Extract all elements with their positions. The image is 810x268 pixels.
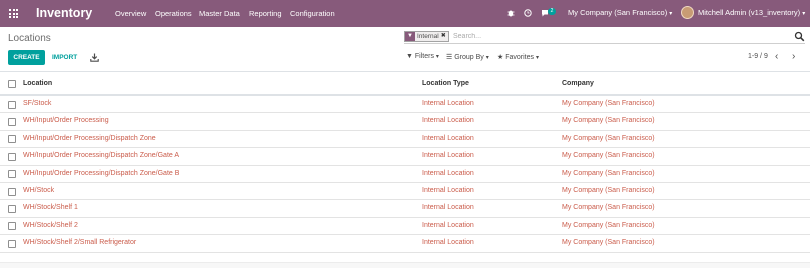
caret-down-icon: ▾	[485, 55, 489, 61]
favorites-dropdown[interactable]: ★ Favorites ▾	[497, 53, 539, 61]
table-row[interactable]: SF/Stock Internal Location My Company (S…	[0, 96, 810, 114]
location-type-cell[interactable]: Internal Location	[422, 187, 474, 194]
column-header-company[interactable]: Company	[562, 80, 594, 87]
row-checkbox[interactable]	[8, 100, 16, 109]
menu-configuration[interactable]: Configuration	[290, 9, 335, 18]
table-row[interactable]: WH/Stock/Shelf 2/Small Refrigerator Inte…	[0, 235, 810, 253]
search-facet: ▼ Internal ✖	[404, 31, 449, 42]
row-checkbox[interactable]	[8, 187, 16, 196]
row-checkbox[interactable]	[8, 204, 16, 213]
user-name: Mitchell Admin (v13_inventory)	[698, 8, 801, 17]
funnel-icon: ▼	[406, 53, 413, 60]
facet-label: Internal	[417, 33, 439, 40]
table-row[interactable]: WH/Input/Order Processing/Dispatch Zone …	[0, 131, 810, 149]
favorites-label: Favorites	[505, 54, 535, 61]
company-cell[interactable]: My Company (San Francisco)	[562, 135, 655, 142]
company-cell[interactable]: My Company (San Francisco)	[562, 170, 655, 177]
location-cell[interactable]: WH/Stock/Shelf 1	[23, 204, 78, 211]
table-row[interactable]: WH/Input/Order Processing/Dispatch Zone/…	[0, 166, 810, 183]
location-type-cell[interactable]: Internal Location	[422, 152, 474, 159]
column-header-location[interactable]: Location	[23, 80, 52, 87]
location-cell[interactable]: WH/Input/Order Processing	[23, 117, 109, 124]
list-icon: ☰	[446, 54, 453, 61]
location-cell[interactable]: WH/Stock/Shelf 2/Small Refrigerator	[23, 239, 136, 246]
location-type-cell[interactable]: Internal Location	[422, 117, 474, 124]
search-icon[interactable]	[794, 31, 805, 42]
group-by-dropdown[interactable]: ☰ Group By ▾	[446, 53, 489, 61]
column-header-location-type[interactable]: Location Type	[422, 80, 469, 87]
apps-menu-icon[interactable]	[9, 9, 18, 18]
clock-icon[interactable]	[524, 9, 532, 17]
caret-down-icon: ▾	[802, 11, 806, 17]
pager-value[interactable]: 1-9 / 9	[748, 53, 768, 60]
search-bar: ▼ Internal ✖	[404, 30, 805, 44]
menu-operations[interactable]: Operations	[155, 9, 192, 18]
row-checkbox[interactable]	[8, 152, 16, 161]
filters-label: Filters	[414, 53, 434, 60]
row-checkbox[interactable]	[8, 135, 16, 144]
select-all-checkbox[interactable]	[8, 80, 16, 88]
company-cell[interactable]: My Company (San Francisco)	[562, 187, 655, 194]
location-cell[interactable]: WH/Stock	[23, 187, 54, 194]
remove-facet-icon[interactable]: ✖	[441, 32, 448, 41]
location-cell[interactable]: WH/Input/Order Processing/Dispatch Zone	[23, 135, 156, 142]
avatar[interactable]	[681, 6, 694, 19]
table-header: Location Location Type Company	[0, 71, 810, 96]
location-type-cell[interactable]: Internal Location	[422, 135, 474, 142]
user-menu[interactable]: Mitchell Admin (v13_inventory) ▾	[698, 8, 805, 17]
company-cell[interactable]: My Company (San Francisco)	[562, 204, 655, 211]
location-cell[interactable]: WH/Stock/Shelf 2	[23, 222, 78, 229]
message-count-badge: 2	[548, 8, 556, 15]
location-type-cell[interactable]: Internal Location	[422, 100, 474, 107]
table-row[interactable]: WH/Input/Order Processing/Dispatch Zone/…	[0, 148, 810, 166]
filters-dropdown[interactable]: ▼ Filters ▾	[406, 53, 439, 60]
company-cell[interactable]: My Company (San Francisco)	[562, 117, 655, 124]
menu-master-data[interactable]: Master Data	[199, 9, 240, 18]
group-by-label: Group By	[454, 54, 484, 61]
location-cell[interactable]: WH/Input/Order Processing/Dispatch Zone/…	[23, 170, 179, 177]
location-type-cell[interactable]: Internal Location	[422, 239, 474, 246]
location-cell[interactable]: SF/Stock	[23, 100, 51, 107]
menu-reporting[interactable]: Reporting	[249, 9, 282, 18]
row-checkbox[interactable]	[8, 170, 16, 179]
top-navbar: Inventory Overview Operations Master Dat…	[0, 0, 810, 27]
location-type-cell[interactable]: Internal Location	[422, 204, 474, 211]
previous-page-icon[interactable]: ‹	[775, 51, 778, 62]
search-input[interactable]	[453, 31, 783, 42]
row-checkbox[interactable]	[8, 117, 16, 126]
company-switcher[interactable]: My Company (San Francisco) ▾	[568, 8, 672, 17]
location-cell[interactable]: WH/Input/Order Processing/Dispatch Zone/…	[23, 152, 179, 159]
table-row[interactable]: WH/Stock Internal Location My Company (S…	[0, 183, 810, 201]
import-button[interactable]: IMPORT	[52, 50, 77, 65]
caret-down-icon: ▾	[669, 11, 673, 17]
caret-down-icon: ▾	[435, 54, 439, 60]
filter-icon: ▼	[405, 32, 415, 41]
star-icon: ★	[497, 54, 504, 61]
caret-down-icon: ▾	[535, 55, 539, 61]
page-footer-shadow	[0, 262, 810, 268]
table-row[interactable]: WH/Input/Order Processing Internal Locat…	[0, 113, 810, 131]
company-name: My Company (San Francisco)	[568, 8, 668, 17]
app-title[interactable]: Inventory	[36, 6, 92, 20]
location-type-cell[interactable]: Internal Location	[422, 222, 474, 229]
company-cell[interactable]: My Company (San Francisco)	[562, 222, 655, 229]
location-type-cell[interactable]: Internal Location	[422, 170, 474, 177]
create-button[interactable]: CREATE	[8, 50, 45, 65]
next-page-icon[interactable]: ›	[792, 51, 795, 62]
menu-overview[interactable]: Overview	[115, 9, 146, 18]
table-row[interactable]: WH/Stock/Shelf 2 Internal Location My Co…	[0, 218, 810, 236]
bug-icon[interactable]	[507, 9, 515, 17]
company-cell[interactable]: My Company (San Francisco)	[562, 152, 655, 159]
table-row[interactable]: WH/Stock/Shelf 1 Internal Location My Co…	[0, 200, 810, 218]
download-icon[interactable]	[90, 53, 99, 62]
row-checkbox[interactable]	[8, 239, 16, 248]
company-cell[interactable]: My Company (San Francisco)	[562, 239, 655, 246]
company-cell[interactable]: My Company (San Francisco)	[562, 100, 655, 107]
breadcrumb: Locations	[8, 33, 51, 44]
row-checkbox[interactable]	[8, 222, 16, 231]
